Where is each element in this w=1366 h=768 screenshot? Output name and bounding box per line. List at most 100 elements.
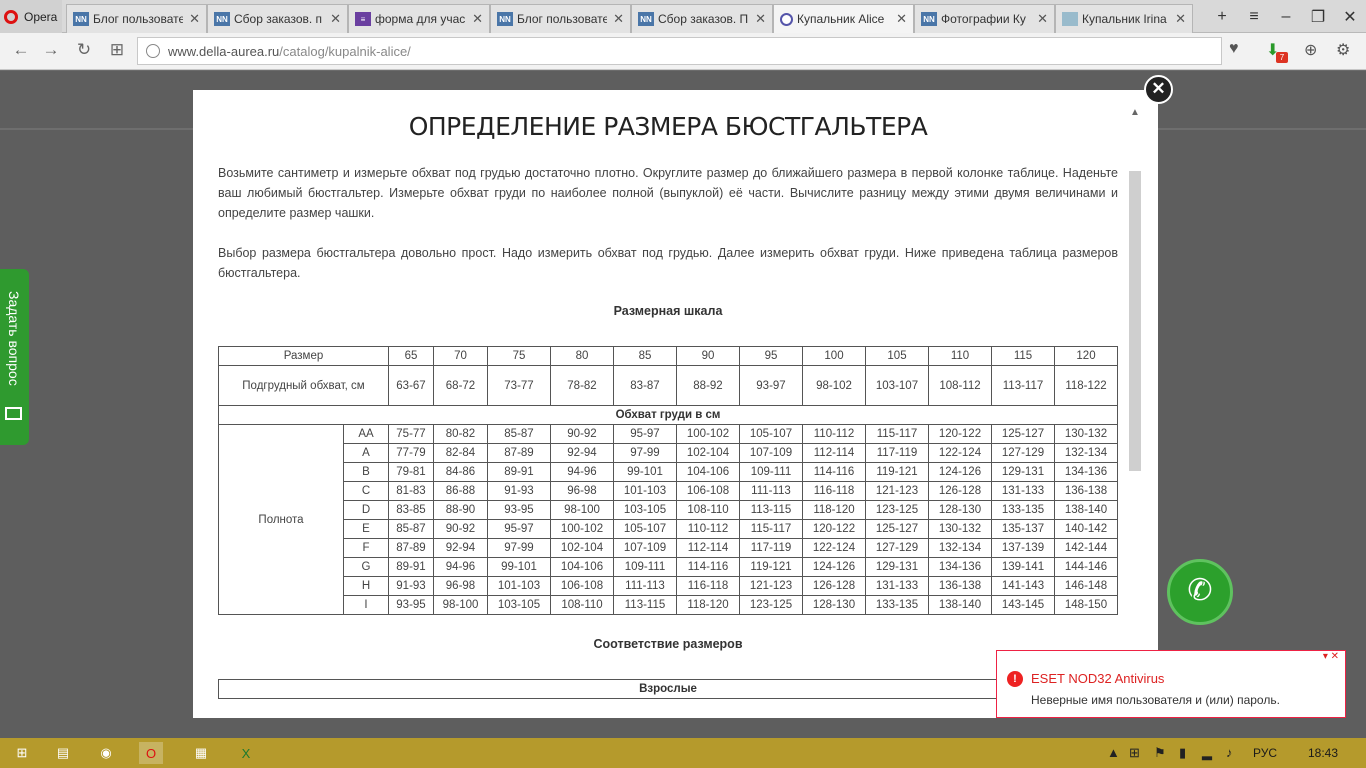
browser-tab[interactable]: Купальник Irina ✕ bbox=[1055, 4, 1193, 33]
tray-expand-icon[interactable]: ▲ bbox=[1107, 745, 1120, 760]
cup-cell: E bbox=[343, 519, 389, 539]
scrollbar-thumb[interactable] bbox=[1129, 171, 1141, 471]
chest-cell: 92-94 bbox=[550, 443, 614, 463]
underbust-cell: 83-87 bbox=[613, 365, 677, 406]
window-close-icon[interactable]: ✕ bbox=[1334, 7, 1366, 27]
notification-title: ESET NOD32 Antivirus bbox=[1031, 671, 1165, 686]
modal-scrollbar[interactable]: ▲ bbox=[1127, 103, 1143, 715]
call-button[interactable]: ✆ bbox=[1167, 559, 1233, 625]
chest-cell: 114-116 bbox=[802, 462, 866, 482]
browser-tab[interactable]: NN Фотографии Ку ✕ bbox=[914, 4, 1055, 33]
chest-cell: 132-134 bbox=[928, 538, 992, 558]
language-indicator[interactable]: РУС bbox=[1253, 746, 1277, 760]
notepad-icon[interactable]: ▦ bbox=[189, 742, 213, 764]
battery-icon[interactable]: ▮ bbox=[1179, 745, 1186, 761]
tab-close-icon[interactable]: ✕ bbox=[330, 11, 341, 27]
excel-icon[interactable]: X bbox=[234, 742, 258, 764]
speed-dial-icon[interactable]: ⊞ bbox=[106, 40, 128, 60]
chest-cell: 110-112 bbox=[802, 424, 866, 444]
maximize-icon[interactable]: ❐ bbox=[1302, 7, 1334, 27]
chest-cell: 91-93 bbox=[388, 576, 434, 596]
chest-cell: 95-97 bbox=[487, 519, 551, 539]
file-explorer-icon[interactable]: ▤ bbox=[51, 742, 75, 764]
ask-question-tab[interactable]: Задать вопрос bbox=[0, 269, 29, 445]
browser-tab[interactable]: ≡ форма для учас ✕ bbox=[348, 4, 490, 33]
cup-cell: G bbox=[343, 557, 389, 577]
chest-cell: 121-123 bbox=[865, 481, 929, 501]
chest-cell: 138-140 bbox=[1054, 500, 1118, 520]
scroll-up-icon[interactable]: ▲ bbox=[1127, 103, 1143, 123]
heart-icon[interactable]: ♥ bbox=[1229, 40, 1239, 58]
chest-cell: 115-117 bbox=[739, 519, 803, 539]
chest-cell: 122-124 bbox=[928, 443, 992, 463]
table-row: E 85-87 90-92 95-97 100-102 105-107 110-112 115… bbox=[219, 519, 1118, 539]
new-tab-icon[interactable]: + bbox=[1206, 8, 1238, 26]
chrome-icon[interactable]: ◉ bbox=[94, 742, 118, 764]
size-cell: 120 bbox=[1054, 346, 1118, 366]
fullness-label: Полнота bbox=[218, 424, 344, 615]
error-icon: ! bbox=[1007, 671, 1023, 687]
form-favicon-icon: ≡ bbox=[355, 12, 371, 26]
chest-cell: 87-89 bbox=[487, 443, 551, 463]
browser-tab-active[interactable]: Купальник Alice ✕ bbox=[773, 4, 914, 33]
clock[interactable]: 18:43 bbox=[1308, 746, 1338, 760]
table-row: I 93-95 98-100 103-105 108-110 113-115 118-120… bbox=[219, 595, 1118, 615]
tray-app-icon[interactable]: ⚑ bbox=[1154, 745, 1166, 761]
opera-menu-button[interactable]: Opera bbox=[0, 0, 62, 33]
url-domain: www.della-aurea.ru bbox=[168, 43, 280, 59]
start-icon[interactable]: ⊞ bbox=[10, 742, 34, 764]
underbust-cell: 93-97 bbox=[739, 365, 803, 406]
chest-cell: 104-106 bbox=[550, 557, 614, 577]
download-count-badge: 7 bbox=[1276, 52, 1288, 63]
opera-logo-icon bbox=[4, 9, 18, 24]
network-icon[interactable]: ▂ bbox=[1202, 745, 1212, 761]
chest-cell: 110-112 bbox=[676, 519, 740, 539]
opera-taskbar-icon[interactable]: O bbox=[139, 742, 163, 764]
tab-close-icon[interactable]: ✕ bbox=[755, 11, 766, 27]
url-field[interactable]: www.della-aurea.ru /catalog/kupalnik-ali… bbox=[137, 37, 1222, 65]
chest-cell: 142-144 bbox=[1054, 538, 1118, 558]
size-cell: 85 bbox=[613, 346, 677, 366]
modal-title: ОПРЕДЕЛЕНИЕ РАЗМЕРА БЮСТГАЛЬТЕРА bbox=[408, 112, 928, 141]
notification-controls-icon[interactable]: ▾ ✕ bbox=[1323, 651, 1339, 662]
size-cell: 115 bbox=[991, 346, 1055, 366]
tab-menu-icon[interactable]: ≡ bbox=[1238, 8, 1270, 26]
chest-cell: 101-103 bbox=[487, 576, 551, 596]
chest-cell: 136-138 bbox=[928, 576, 992, 596]
action-center-icon[interactable]: ⊞ bbox=[1129, 745, 1140, 761]
chest-cell: 100-102 bbox=[550, 519, 614, 539]
forward-icon[interactable]: → bbox=[40, 40, 62, 60]
adults-header: Взрослые bbox=[218, 679, 1118, 699]
chest-cell: 124-126 bbox=[802, 557, 866, 577]
volume-icon[interactable]: ♪ bbox=[1226, 745, 1233, 760]
back-icon[interactable]: ← bbox=[10, 40, 32, 60]
eset-notification[interactable]: ▾ ✕ ! ESET NOD32 Antivirus Неверные имя … bbox=[996, 650, 1346, 718]
intro-paragraph: Выбор размера бюстгальтера довольно прос… bbox=[218, 246, 1118, 280]
tab-close-icon[interactable]: ✕ bbox=[1175, 11, 1186, 27]
tab-close-icon[interactable]: ✕ bbox=[1037, 11, 1048, 27]
browser-tab[interactable]: NN Блог пользовате ✕ bbox=[66, 4, 207, 33]
chest-cell: 109-111 bbox=[613, 557, 677, 577]
browser-tab[interactable]: NN Сбор заказов. П ✕ bbox=[631, 4, 773, 33]
tab-label: Купальник Irina bbox=[1082, 12, 1167, 26]
extensions-icon[interactable]: ⚙ bbox=[1336, 40, 1350, 60]
browser-tab[interactable]: NN Сбор заказов. п ✕ bbox=[207, 4, 348, 33]
chest-cell: 131-133 bbox=[991, 481, 1055, 501]
chest-cell: 111-113 bbox=[613, 576, 677, 596]
tab-close-icon[interactable]: ✕ bbox=[189, 11, 200, 27]
reload-icon[interactable]: ↻ bbox=[73, 40, 95, 60]
chest-cell: 96-98 bbox=[550, 481, 614, 501]
chest-cell: 102-104 bbox=[550, 538, 614, 558]
tab-close-icon[interactable]: ✕ bbox=[472, 11, 483, 27]
download-manager-icon[interactable]: ⊕ bbox=[1304, 40, 1317, 60]
chest-cell: 103-105 bbox=[613, 500, 677, 520]
chest-cell: 96-98 bbox=[433, 576, 488, 596]
modal-close-button[interactable]: ✕ bbox=[1144, 75, 1173, 104]
browser-tab[interactable]: NN Блог пользовате ✕ bbox=[490, 4, 631, 33]
size-cell: 105 bbox=[865, 346, 929, 366]
image-favicon-icon bbox=[1062, 12, 1078, 26]
minimize-icon[interactable]: – bbox=[1270, 8, 1302, 26]
tab-close-icon[interactable]: ✕ bbox=[896, 11, 907, 27]
chest-cell: 139-141 bbox=[991, 557, 1055, 577]
tab-close-icon[interactable]: ✕ bbox=[613, 11, 624, 27]
